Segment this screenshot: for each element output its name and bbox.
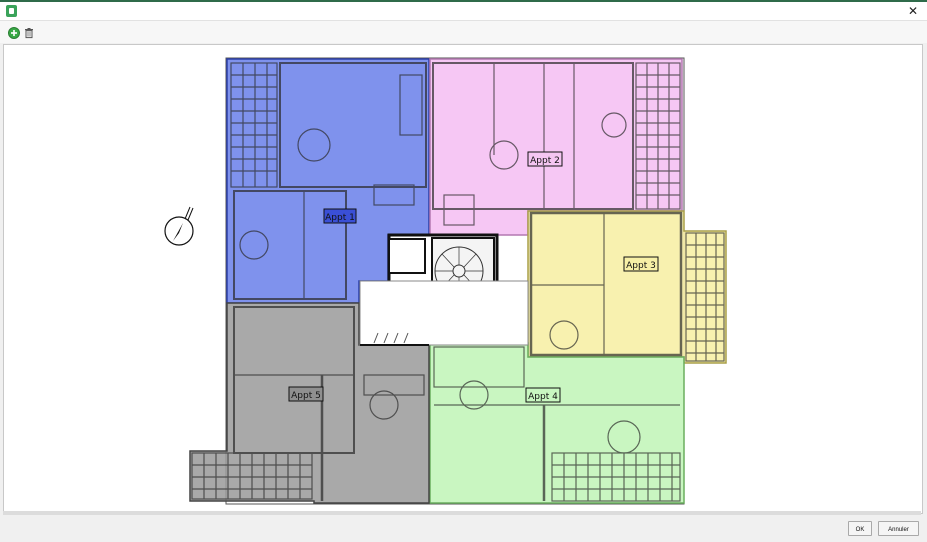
apartment-label-3: Appt 3: [623, 256, 659, 272]
floor-plan-canvas[interactable]: Appt 1 Appt 2 Appt 3 Appt 4 Appt 5: [3, 44, 923, 514]
apartment-label-text-2: Appt 2: [530, 156, 560, 166]
floor-plan: Appt 1 Appt 2 Appt 3 Appt 4 Appt 5: [164, 57, 727, 505]
apartment-label-text-3: Appt 3: [626, 261, 656, 271]
apartment-label-2: Appt 2: [527, 151, 563, 167]
apartment-label-4: Appt 4: [525, 387, 561, 403]
plus-circle-icon[interactable]: [7, 25, 21, 39]
trash-icon[interactable]: [22, 25, 36, 39]
apartment-label-text-1: Appt 1: [325, 213, 355, 223]
ok-button[interactable]: OK: [848, 521, 872, 536]
app-icon: [6, 5, 17, 17]
apartment-zone-4[interactable]: [429, 342, 685, 504]
hallway: [359, 280, 529, 346]
horizontal-scrollbar[interactable]: [3, 511, 921, 515]
close-icon[interactable]: ✕: [905, 3, 921, 19]
apartment-label-text-5: Appt 5: [291, 391, 321, 401]
apartment-label-5: Appt 5: [288, 386, 324, 402]
title-bar: ✕: [0, 2, 927, 21]
apartment-label-1: Appt 1: [323, 208, 357, 224]
toolbar: [0, 21, 927, 43]
north-arrow-icon: [164, 206, 194, 246]
apartment-label-text-4: Appt 4: [528, 392, 558, 402]
cancel-button[interactable]: Annuler: [878, 521, 919, 536]
